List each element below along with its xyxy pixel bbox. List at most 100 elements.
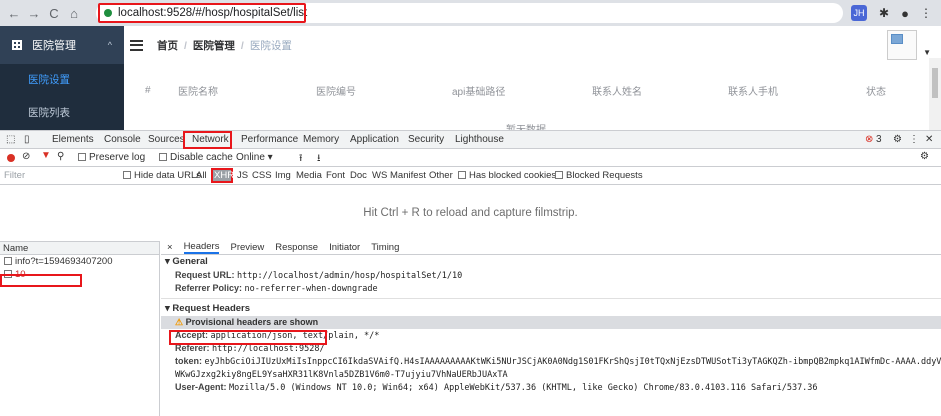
disable-cache-checkbox[interactable]: Disable cache [159,152,233,163]
url-highlight-box [98,3,306,23]
grid-icon [12,40,22,50]
filter-xhr[interactable]: XHR [214,170,234,181]
close-details-icon[interactable]: × [167,242,173,253]
caret-down-icon[interactable]: ▼ [923,48,931,57]
network-toolbar: ⊘ ▼ ⚲ Preserve log Disable cache Online … [0,149,941,167]
filter-doc[interactable]: Doc [350,170,367,181]
referrer-policy-row: Referrer Policy: no-referrer-when-downgr… [175,283,378,294]
filter-other[interactable]: Other [429,170,453,181]
request-row[interactable]: info?t=1594693407200 [0,255,159,268]
warning-highlight [169,330,327,345]
user-agent-header-row: User-Agent: Mozilla/5.0 (Windows NT 10.0… [175,382,818,393]
table-header: # 医院名称 医院编号 api基础路径 联系人姓名 联系人手机 状态 [124,78,924,102]
tab-headers[interactable]: Headers [183,241,220,254]
col-status: 状态 [866,86,886,98]
breadcrumb-home[interactable]: 首页 [157,40,178,52]
token-header-continuation: WKwGJzxg2kiy8ngEL9YsaHXR31lK8Vnla5DZB1V6… [175,370,508,380]
extension-icon[interactable]: JH [851,5,867,21]
hamburger-icon[interactable] [130,39,143,51]
main-content: 首页 / 医院管理 / 医院设置 ▼ # 医院名称 医院编号 api基础路径 联系人姓名… [124,26,941,130]
blocked-requests-checkbox[interactable]: Blocked Requests [555,170,643,181]
tab-security[interactable]: Security [408,134,444,145]
tab-elements[interactable]: Elements [52,134,94,145]
clear-icon[interactable]: ⊘ [22,151,30,162]
filter-media[interactable]: Media [296,170,322,181]
tab-performance[interactable]: Performance [241,134,298,145]
throttle-select[interactable]: Online ▾ [236,152,273,163]
close-icon[interactable]: ✕ [925,134,933,145]
menu-icon[interactable]: ⋮ [918,5,934,21]
filter-css[interactable]: CSS [252,170,272,181]
col-index: # [145,84,151,96]
filter-img[interactable]: Img [275,170,291,181]
token-header-row: token: eyJhbGciOiJIUzUxMiIsInppcCI6IkdaS… [175,356,941,367]
hide-data-urls-checkbox[interactable]: Hide data URLs [123,170,201,181]
forward-button[interactable]: → [24,6,44,21]
has-blocked-cookies-checkbox[interactable]: Has blocked cookies [458,170,556,181]
device-toggle-icon[interactable]: ▯ [24,134,30,145]
request-list: Name info?t=1594693407200 10 [0,241,160,416]
sidebar-item-hospital-list[interactable]: 医院列表 [0,97,124,130]
error-count[interactable]: 3 [876,134,882,145]
tab-initiator[interactable]: Initiator [329,242,360,253]
network-settings-icon[interactable]: ⚙ [920,151,929,162]
profile-icon[interactable]: ● [897,5,913,21]
search-icon[interactable]: ⚲ [57,151,64,162]
tab-lighthouse[interactable]: Lighthouse [455,134,504,145]
filter-icon[interactable]: ▼ [41,150,51,161]
reload-button[interactable]: C [44,6,64,21]
request-details: × Headers Preview Response Initiator Tim… [161,241,941,416]
record-icon[interactable] [7,154,15,162]
request-headers-section-header[interactable]: ▾ Request Headers [161,302,941,316]
inspect-icon[interactable]: ⬚ [6,134,15,145]
breadcrumb: 首页 / 医院管理 / 医院设置 [157,39,292,52]
filter-all[interactable]: All [196,170,207,181]
col-hospital-name: 医院名称 [178,86,218,98]
sidebar-section-label: 医院管理 [32,40,76,52]
more-icon[interactable]: ⋮ [909,134,919,145]
filter-js[interactable]: JS [237,170,248,181]
breadcrumb-hospital-management[interactable]: 医院管理 [193,40,235,52]
tab-console[interactable]: Console [104,134,141,145]
tab-timing[interactable]: Timing [371,242,399,253]
tab-response[interactable]: Response [275,242,318,253]
tab-application[interactable]: Application [350,134,399,145]
sidebar: 医院管理 ^ 医院设置 医院列表 [0,26,124,130]
tab-preview[interactable]: Preview [230,242,264,253]
error-icon[interactable]: ⊗ [865,134,873,145]
avatar[interactable] [887,30,917,60]
request-10-highlight [0,274,82,287]
sidebar-item-hospital-settings[interactable]: 医院设置 [0,64,124,97]
home-button[interactable]: ⌂ [64,6,84,21]
app-viewport: 医院管理 ^ 医院设置 医院列表 首页 / 医院管理 / 医院设置 ▼ # 医院名称 医… [0,26,941,130]
empty-table-text: 暂无数据 [506,121,546,130]
filter-input[interactable]: Filter [4,170,25,181]
general-section-header[interactable]: ▾ General [161,255,941,269]
chevron-up-icon: ^ [107,40,112,50]
top-navbar: 首页 / 医院管理 / 医院设置 ▼ [124,26,941,64]
warning-icon: ⚠ [175,317,184,327]
export-icon[interactable]: ⭳ [317,151,321,168]
tab-memory[interactable]: Memory [303,134,339,145]
gear-icon[interactable]: ⚙ [893,134,902,145]
request-url-row: Request URL: http://localhost/admin/hosp… [175,270,463,281]
filter-manifest[interactable]: Manifest [390,170,426,181]
breadcrumb-current: 医院设置 [249,39,292,52]
col-hospital-code: 医院编号 [316,86,356,98]
name-column-header[interactable]: Name [0,241,159,255]
preserve-log-checkbox[interactable]: Preserve log [78,152,145,163]
network-tab-highlight [183,131,232,149]
col-contact-phone: 联系人手机 [728,86,778,98]
page-scrollbar[interactable] [929,58,941,130]
col-contact-name: 联系人姓名 [592,86,642,98]
filter-bar: Filter Hide data URLs All XHR JS CSS Img… [0,167,941,185]
col-api-path: api基础路径 [452,86,506,98]
import-icon[interactable]: ⭱ [299,151,303,168]
tab-sources[interactable]: Sources [148,134,185,145]
filter-ws[interactable]: WS [372,170,387,181]
back-button[interactable]: ← [4,6,24,21]
puzzle-icon[interactable]: ✱ [876,5,892,21]
provisional-headers-warning: ⚠ Provisional headers are shown [161,316,941,329]
filter-font[interactable]: Font [326,170,345,181]
sidebar-section-header[interactable]: 医院管理 ^ [0,26,124,64]
